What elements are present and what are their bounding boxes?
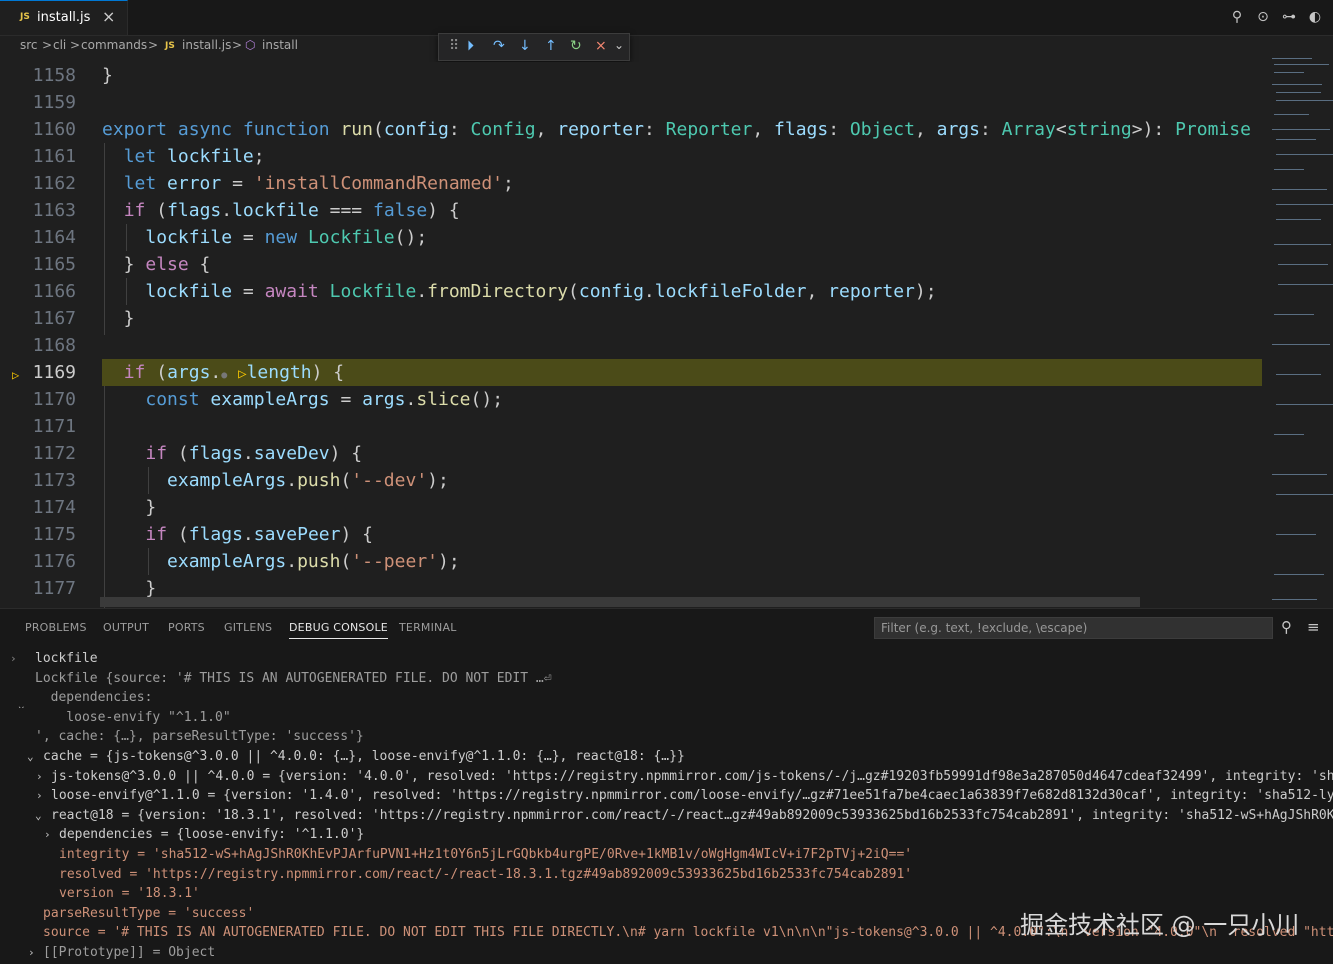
- js-file-icon: JS: [165, 41, 175, 51]
- code-line: 1166 lockfile = await Lockfile.fromDirec…: [32, 281, 937, 302]
- code-line: 1175 if (flags.savePeer) {: [32, 524, 373, 545]
- console-line: resolved = 'https://registry.npmmirror.c…: [59, 867, 913, 882]
- watermark: 掘金技术社区 @ 一只小川: [1020, 911, 1300, 939]
- breadcrumb-file[interactable]: install.js: [182, 38, 231, 52]
- code-line: 1173 exampleArgs.push('--dev');: [32, 470, 449, 491]
- console-tree-item[interactable]: › js-tokens@^3.0.0 || ^4.0.0 = {version: …: [0, 767, 1333, 787]
- clear-console-icon[interactable]: ≡: [1307, 618, 1320, 636]
- code-line: 1167 }: [32, 308, 135, 329]
- code-line: 1176 exampleArgs.push('--peer');: [32, 551, 460, 572]
- editor-tab-bar: JS install.js × ⚲ ⊙ ⊶ ◐: [0, 0, 1333, 36]
- tab-debug-console[interactable]: DEBUG CONSOLE: [289, 621, 388, 639]
- code-line-current: 1169 if (args.● ▷length) {: [32, 362, 345, 383]
- drag-handle-icon[interactable]: ⠿: [449, 38, 459, 54]
- tab-label: install.js: [37, 10, 91, 25]
- breadcrumb-cli[interactable]: cli: [53, 38, 66, 52]
- gitlens-icon[interactable]: ◐: [1306, 8, 1324, 26]
- debug-toolbar: ⠿ ⏵ ↷ ↓ ↑ ↻ ⨯ ⌄: [438, 33, 630, 61]
- console-tree-item[interactable]: › dependencies = {loose-envify: '^1.1.0'}: [0, 825, 1333, 845]
- input-arrow-icon: ›: [10, 652, 17, 665]
- tab-ports[interactable]: PORTS: [168, 621, 205, 634]
- chevron-down-icon: ⌄: [18, 699, 25, 708]
- chevron-right-icon: ›: [36, 770, 43, 783]
- open-changes-icon[interactable]: ⊶: [1280, 8, 1298, 26]
- chevron-right-icon: ›: [44, 828, 51, 841]
- chevron-right-icon: >: [70, 38, 81, 52]
- chevron-down-icon: ⌄: [27, 750, 34, 763]
- compare-icon[interactable]: ⚲: [1228, 8, 1246, 26]
- js-file-icon: JS: [20, 12, 30, 22]
- close-icon[interactable]: ×: [102, 7, 115, 26]
- chevron-down-icon: ⌄: [35, 809, 42, 822]
- code-line: 1168: [32, 335, 76, 356]
- console-line: integrity = 'sha512-wS+hAgJShR0KhEvPJArf…: [59, 847, 913, 862]
- code-line: 1163 if (flags.lockfile === false) {: [32, 200, 460, 221]
- code-line: 1162 let error = 'installCommandRenamed'…: [32, 173, 514, 194]
- breadcrumb-commands[interactable]: commands: [81, 38, 147, 52]
- symbol-icon: ⬡: [245, 38, 256, 52]
- console-line: ', cache: {…}, parseResultType: 'success…: [35, 729, 364, 744]
- tab-output[interactable]: OUTPUT: [103, 621, 149, 634]
- step-over-icon[interactable]: ↷: [493, 38, 505, 54]
- console-line: ⌄ dependencies:: [0, 688, 1333, 708]
- code-line: 1174 }: [32, 497, 157, 518]
- code-line: 1158}: [32, 65, 113, 86]
- tab-terminal[interactable]: TERMINAL: [399, 621, 457, 634]
- code-line: 1172 if (flags.saveDev) {: [32, 443, 363, 464]
- breadcrumb-src[interactable]: src: [20, 38, 38, 52]
- tab-install-js[interactable]: JS install.js ×: [0, 0, 128, 35]
- horizontal-scrollbar[interactable]: [100, 597, 1140, 607]
- console-tree-item[interactable]: › loose-envify@^1.1.0 = {version: '1.4.0'…: [0, 786, 1333, 806]
- breadcrumb-symbol[interactable]: install: [262, 38, 298, 52]
- code-line: 1161 let lockfile;: [32, 146, 265, 167]
- breadcrumb: src > cli > commands > JS install.js > ⬡…: [0, 36, 1333, 58]
- minimap[interactable]: [1268, 54, 1333, 608]
- chevron-right-icon: ›: [36, 789, 43, 802]
- git-commit-icon[interactable]: ⊙: [1254, 8, 1272, 26]
- tab-gitlens[interactable]: GITLENS: [224, 621, 272, 634]
- console-line: loose-envify "^1.1.0": [35, 710, 231, 725]
- step-out-icon[interactable]: ↑: [545, 38, 557, 54]
- chevron-right-icon: >: [148, 38, 159, 52]
- step-into-icon[interactable]: ↓: [519, 38, 531, 54]
- code-line: 1170 const exampleArgs = args.slice();: [32, 389, 504, 410]
- console-filter-input[interactable]: Filter (e.g. text, !exclude, \escape): [874, 617, 1273, 639]
- chevron-right-icon: ›: [28, 946, 35, 959]
- console-tree-item[interactable]: › [[Prototype]] = Object: [0, 943, 1333, 963]
- chevron-right-icon: >: [232, 38, 243, 52]
- search-icon[interactable]: ⚲: [1281, 618, 1292, 636]
- console-line: Lockfile {source: '# THIS IS AN AUTOGENE…: [35, 671, 552, 686]
- code-line: 1159: [32, 92, 76, 113]
- console-tree-item[interactable]: ⌄ cache = {js-tokens@^3.0.0 || ^4.0.0: {……: [0, 747, 1333, 767]
- code-line: 1164 lockfile = new Lockfile();: [32, 227, 428, 248]
- code-line: 1160 export async function run(config: Co…: [32, 119, 1251, 140]
- code-editor[interactable]: ▷ 1158} 1159 1160 export async function r…: [0, 62, 1262, 608]
- restart-icon[interactable]: ↻: [570, 38, 582, 54]
- code-line: 1165 } else {: [32, 254, 211, 275]
- chevron-down-icon[interactable]: ⌄: [614, 38, 624, 52]
- code-line: 1171: [32, 416, 76, 437]
- continue-icon[interactable]: ⏵: [467, 38, 474, 54]
- console-line: version = '18.3.1': [59, 886, 200, 901]
- disconnect-icon[interactable]: ⨯: [595, 38, 607, 54]
- console-line: › lockfile: [0, 649, 1333, 669]
- chevron-right-icon: >: [42, 38, 53, 52]
- tab-problems[interactable]: PROBLEMS: [25, 621, 87, 634]
- console-tree-item[interactable]: ⌄ react@18 = {version: '18.3.1', resolved…: [0, 806, 1333, 826]
